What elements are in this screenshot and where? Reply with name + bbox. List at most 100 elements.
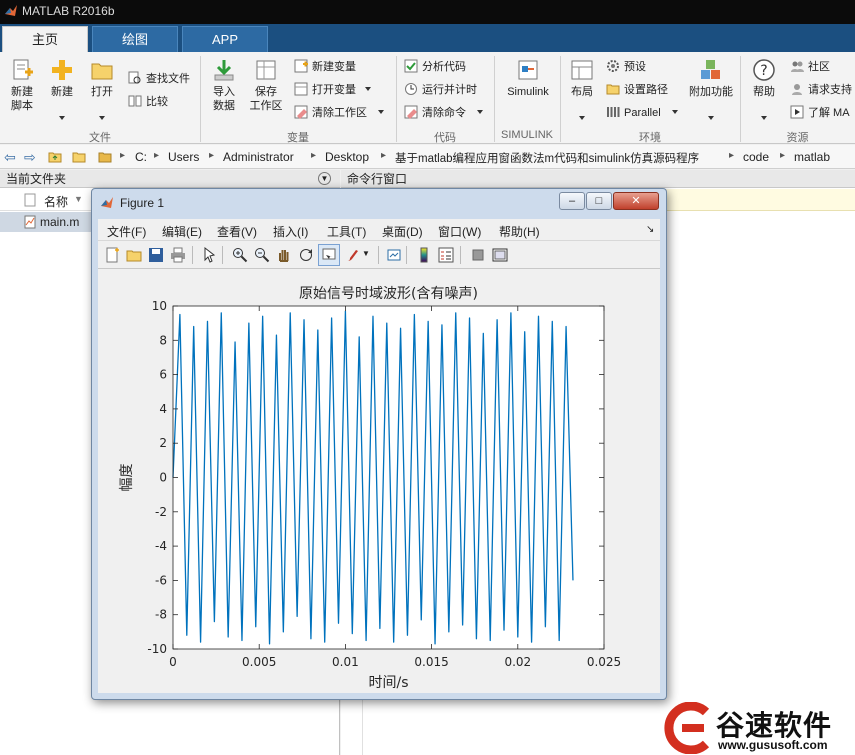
breadcrumb-item[interactable]: 基于matlab编程应用窗函数法m代码和simulink仿真源码程序 [395,150,699,166]
analyze-code-button[interactable]: 分析代码 [404,58,466,76]
help-button[interactable]: ? 帮助 [746,58,782,120]
learn-matlab-button[interactable]: 了解 MA [790,104,850,122]
breadcrumb-item[interactable]: Administrator [223,150,294,164]
new-button[interactable]: 新建 [44,58,80,120]
compare-button[interactable]: 比较 [128,93,168,111]
save-icon[interactable] [148,247,164,263]
command-window-title: 命令行窗口 [347,172,408,186]
menu-help[interactable]: 帮助(H) [499,223,540,240]
chevron-down-icon[interactable]: ▼ [362,249,370,258]
breadcrumb-item[interactable]: matlab [794,150,830,164]
save-workspace-label: 保存 工作区 [249,86,283,112]
menu-insert[interactable]: 插入(I) [273,223,308,240]
up-folder-icon[interactable] [48,150,62,164]
minimize-icon: – [568,195,576,207]
y-tick-label: -8 [155,608,167,622]
open-label: 打开 [91,86,113,98]
pan-hand-icon[interactable] [276,247,292,263]
menu-desktop[interactable]: 桌面(D) [382,223,423,240]
menu-edit[interactable]: 编辑(E) [162,223,202,240]
zoom-out-icon[interactable] [254,247,270,263]
breadcrumb-item[interactable]: C: [135,150,147,164]
chevron-down-icon [761,116,767,120]
x-tick-label: 0.015 [414,655,448,669]
show-plot-tools-icon[interactable] [492,247,508,263]
help-label: 帮助 [753,86,775,98]
figure-title-bar[interactable]: Figure 1 – □ ✕ [92,189,666,217]
open-variable-icon [294,82,308,96]
community-button[interactable]: 社区 [790,58,830,76]
menu-file[interactable]: 文件(F) [107,223,146,240]
preferences-button[interactable]: 预设 [606,58,646,76]
chevron-down-icon [579,116,585,120]
rotate-3d-icon[interactable] [298,247,314,263]
maximize-button[interactable]: □ [586,192,612,210]
browse-folder-icon[interactable] [72,150,86,164]
community-icon [791,61,804,72]
clear-workspace-button[interactable]: 清除工作区 [294,104,385,122]
run-and-time-button[interactable]: 运行并计时 [404,81,477,99]
set-path-label: 设置路径 [624,84,668,96]
line-chart[interactable]: 0 0.005 0.01 0.015 0.02 0.025 -10 -8 -6 -4 -2 0 2 4 6 8… [98,269,660,693]
link-plot-icon[interactable] [386,247,402,263]
back-arrow-icon[interactable]: ⇦ [4,149,16,166]
y-tick-label: -4 [155,539,167,553]
compare-label: 比较 [146,96,168,108]
tab-plots[interactable]: 绘图 [92,26,178,52]
panel-menu-icon[interactable]: ▼ [318,172,331,185]
colorbar-icon[interactable] [416,247,432,263]
group-label-simulink: SIMULINK [501,129,553,141]
breadcrumb-item[interactable]: Desktop [325,150,369,164]
import-data-button[interactable]: 导入 数据 [206,58,242,113]
new-figure-icon[interactable] [104,247,120,263]
tab-apps[interactable]: APP [182,26,268,52]
legend-icon[interactable] [438,247,454,263]
brush-icon[interactable] [344,247,360,263]
breadcrumb-item[interactable]: code [743,150,769,164]
watermark-url: www.gususoft.com [718,738,828,752]
minimize-button[interactable]: – [559,192,585,210]
new-script-button[interactable]: 新建 脚本 [4,58,40,113]
request-support-label: 请求支持 [808,84,852,96]
breadcrumb-separator-icon: ▸ [780,150,786,161]
menu-window[interactable]: 窗口(W) [438,223,481,240]
save-workspace-button[interactable]: 保存 工作区 [246,58,286,113]
forward-arrow-icon[interactable]: ⇨ [24,149,36,166]
figure-title: Figure 1 [120,196,165,210]
new-label: 新建 [51,86,73,98]
open-variable-button[interactable]: 打开变量 [294,81,372,99]
chevron-down-icon [378,110,385,114]
data-cursor-button[interactable] [318,244,340,266]
toolbar-divider [222,246,223,264]
column-header-name[interactable]: 名称 [44,193,68,210]
run-and-time-icon [405,83,417,95]
open-file-icon[interactable] [126,247,142,263]
tab-home[interactable]: 主页 [2,26,88,52]
import-icon [214,60,234,81]
addons-button[interactable]: 附加功能 [686,58,736,120]
open-button[interactable]: 打开 [84,58,120,120]
request-support-button[interactable]: 请求支持 [790,81,852,99]
pointer-icon[interactable] [202,247,218,263]
current-folder-header: 当前文件夹 ▼ [0,170,340,188]
y-tick-label: 8 [159,333,167,347]
clear-commands-button[interactable]: 清除命令 [404,104,484,122]
print-icon[interactable] [170,247,186,263]
toolbar-divider [406,246,407,264]
set-path-button[interactable]: 设置路径 [606,81,668,99]
menu-tools[interactable]: 工具(T) [327,223,366,240]
parallel-button[interactable]: Parallel [606,104,678,122]
hide-plot-tools-icon[interactable] [470,247,486,263]
breadcrumb-item[interactable]: Users [168,150,199,164]
new-script-icon [13,59,33,80]
menu-view[interactable]: 查看(V) [217,223,257,240]
zoom-in-icon[interactable] [232,247,248,263]
new-script-label: 新建 脚本 [11,86,33,112]
simulink-button[interactable]: Simulink [500,58,556,99]
find-files-button[interactable]: 查找文件 [128,70,190,88]
dock-arrow-icon[interactable]: ↘ [646,224,654,235]
help-icon: ? [753,59,775,81]
new-variable-button[interactable]: 新建变量 [294,58,356,76]
close-button[interactable]: ✕ [613,192,659,210]
layout-button[interactable]: 布局 [564,58,600,120]
